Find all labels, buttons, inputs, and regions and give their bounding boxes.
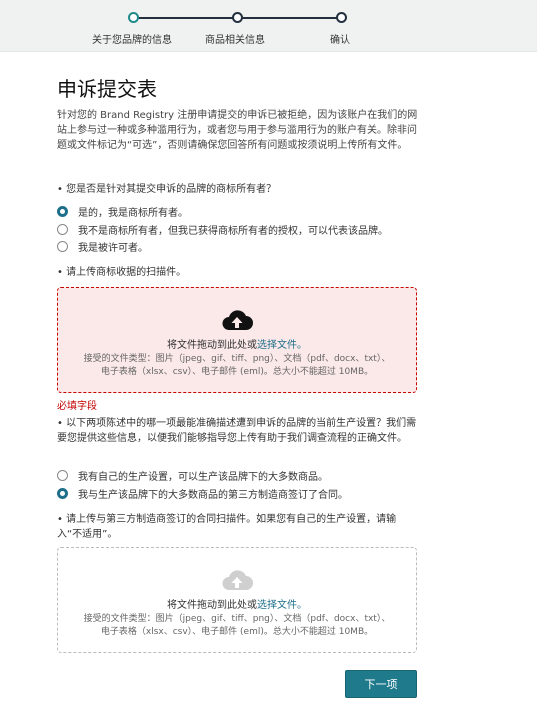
radio-option-owner[interactable]: 是的，我是商标所有者。 — [57, 204, 437, 219]
dropzone-title-text: 将文件拖动到此处或 — [167, 340, 257, 351]
question-trademark-owner: • 您是否是针对其提交申诉的品牌的商标所有者？ — [57, 184, 277, 195]
choose-file-link[interactable]: 选择文件。 — [257, 340, 307, 351]
radio-option-licensee[interactable]: 我是被许可者。 — [57, 239, 437, 254]
file-dropzone-contract[interactable]: 将文件拖动到此处或选择文件。 接受的文件类型：图片（jpeg、gif、tiff、… — [57, 547, 417, 653]
cloud-upload-icon — [222, 570, 253, 590]
step-indicator-3 — [336, 12, 347, 23]
accepted-file-types: 接受的文件类型：图片（jpeg、gif、tiff、png）、文档（pdf、doc… — [58, 613, 416, 639]
accepted-file-types: 接受的文件类型：图片（jpeg、gif、tiff、png）、文档（pdf、doc… — [58, 353, 416, 379]
dropzone-title: 将文件拖动到此处或选择文件。 — [58, 596, 416, 611]
file-dropzone-trademark[interactable]: 将文件拖动到此处或选择文件。 接受的文件类型：图片（jpeg、gif、tiff、… — [57, 287, 417, 393]
radio-option-authorized[interactable]: 我不是商标所有者，但我已获得商标所有者的授权，可以代表该品牌。 — [57, 222, 437, 237]
stepper-line — [237, 17, 341, 19]
next-button[interactable]: 下一项 — [345, 670, 417, 698]
radio-option-own-production[interactable]: 我有自己的生产设置，可以生产该品牌下的大多数商品。 — [57, 468, 437, 483]
file-types-line-2: 电子表格（xlsx、csv）、电子邮件 (eml)。总大小不能超过 10MB。 — [100, 627, 374, 637]
radio-label: 是的，我是商标所有者。 — [78, 207, 188, 219]
dropzone-title-text: 将文件拖动到此处或 — [167, 600, 257, 611]
intro-text: 针对您的 Brand Registry 注册申请提交的申诉已被拒绝，因为该账户在… — [57, 110, 418, 151]
radio-button-checked[interactable] — [57, 487, 68, 499]
upload-contract-label: • 请上传与第三方制造商签订的合同扫描件。如果您有自己的生产设置，请输入“不适用… — [57, 514, 397, 540]
step-label-product-info: 商品相关信息 — [205, 35, 265, 46]
file-types-line-1: 接受的文件类型：图片（jpeg、gif、tiff、png）、文档（pdf、doc… — [83, 614, 391, 624]
dropzone-title: 将文件拖动到此处或选择文件。 — [58, 336, 416, 351]
radio-label: 我不是商标所有者，但我已获得商标所有者的授权，可以代表该品牌。 — [78, 225, 388, 237]
stepper-line — [133, 17, 237, 19]
required-field-error: 必填字段 — [57, 401, 97, 412]
page-title: 申诉提交表 — [57, 77, 157, 101]
upload-trademark-label: • 请上传商标收据的扫描件。 — [57, 267, 187, 278]
step-label-confirm: 确认 — [330, 35, 350, 46]
progress-stepper: 关于您品牌的信息 商品相关信息 确认 — [0, 0, 537, 52]
cloud-upload-icon — [222, 310, 253, 330]
radio-label: 我与生产该品牌下的大多数商品的第三方制造商签订了合同。 — [78, 489, 348, 501]
choose-file-link[interactable]: 选择文件。 — [257, 600, 307, 611]
radio-option-third-party[interactable]: 我与生产该品牌下的大多数商品的第三方制造商签订了合同。 — [57, 486, 437, 501]
step-indicator-1 — [128, 12, 139, 23]
step-indicator-2 — [232, 12, 243, 23]
radio-label: 我是被许可者。 — [78, 242, 148, 254]
step-label-brand-info: 关于您品牌的信息 — [92, 35, 172, 46]
radio-button[interactable] — [57, 469, 68, 481]
radio-button[interactable] — [57, 223, 68, 235]
file-types-line-1: 接受的文件类型：图片（jpeg、gif、tiff、png）、文档（pdf、doc… — [83, 354, 391, 364]
radio-label: 我有自己的生产设置，可以生产该品牌下的大多数商品。 — [78, 471, 328, 483]
file-types-line-2: 电子表格（xlsx、csv）、电子邮件 (eml)。总大小不能超过 10MB。 — [100, 367, 374, 377]
radio-button-checked[interactable] — [57, 205, 68, 217]
question-production-setup: • 以下两项陈述中的哪一项最能准确描述遭到申诉的品牌的当前生产设置？我们需要您提… — [57, 418, 417, 444]
radio-button[interactable] — [57, 240, 68, 252]
